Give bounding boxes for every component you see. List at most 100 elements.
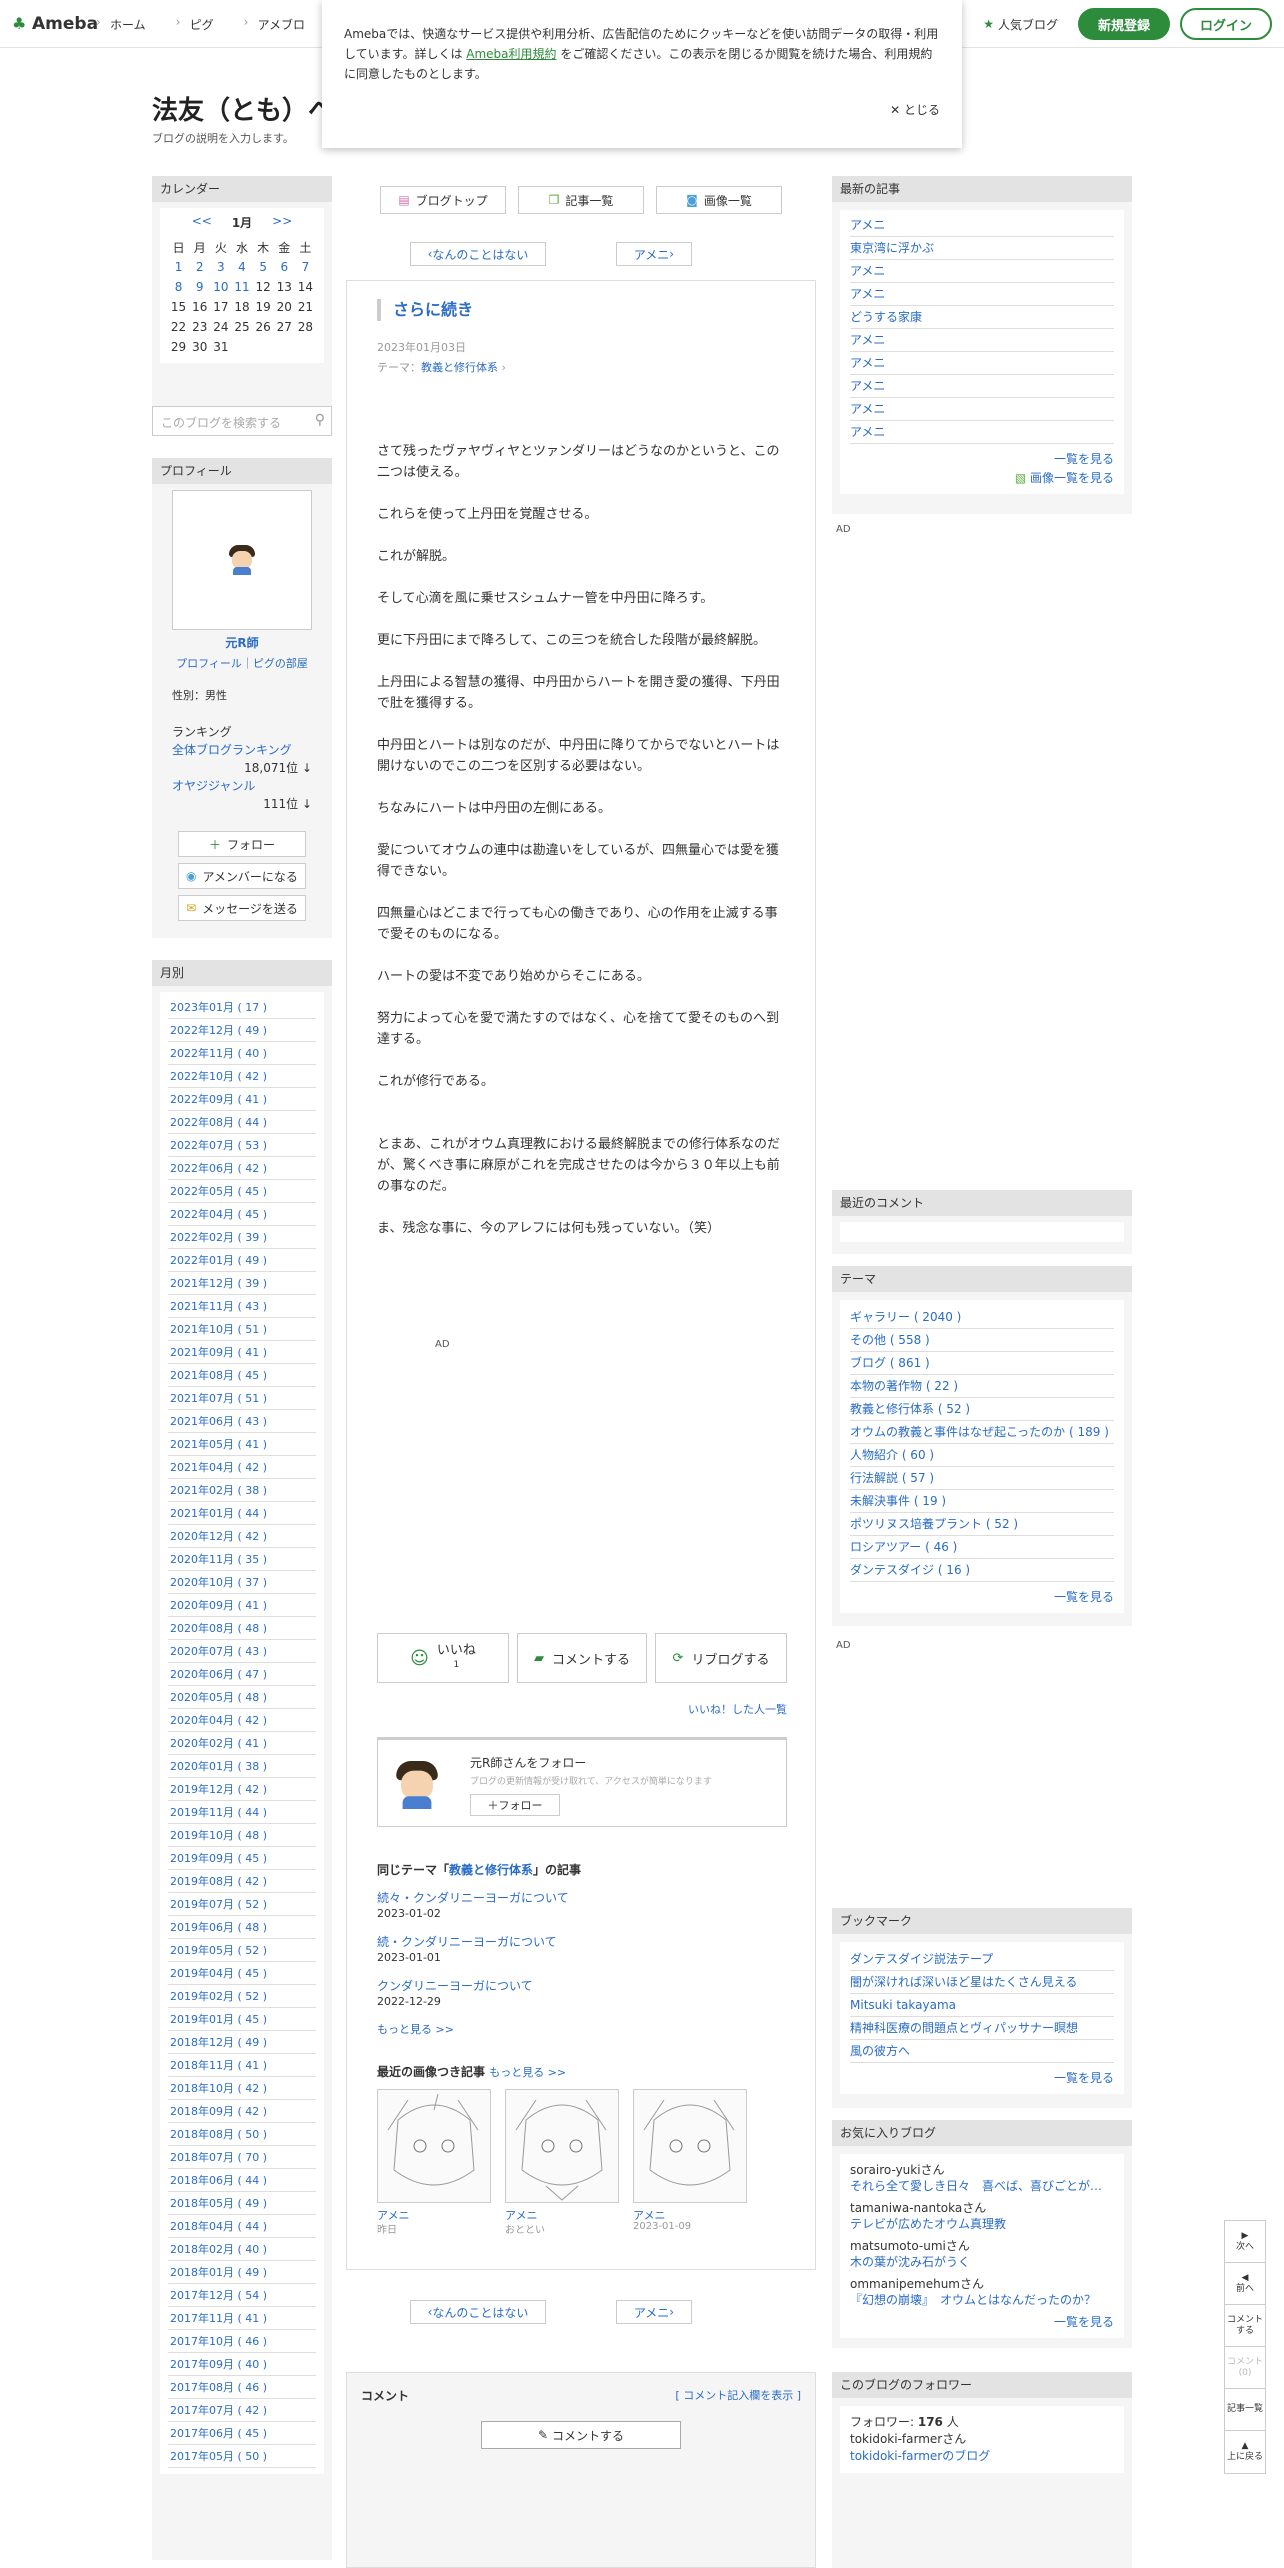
monthly-archive-item[interactable]: 2021年04月 ( 42 ) [168, 1456, 316, 1479]
comment-button[interactable]: ✎ コメントする [481, 2421, 681, 2449]
next-entry-link-bottom[interactable]: アメニ › [616, 2300, 692, 2324]
theme-link[interactable]: ブログ ( 861 ) [850, 1352, 1114, 1375]
register-button[interactable]: 新規登録 [1078, 8, 1170, 40]
ameba-logo[interactable]: ♣ Ameba [12, 13, 98, 35]
terms-link[interactable]: Ameba利用規約 [466, 47, 556, 61]
nav-pigg[interactable]: ピグ [176, 15, 214, 33]
monthly-archive-item[interactable]: 2022年10月 ( 42 ) [168, 1065, 316, 1088]
monthly-archive-item[interactable]: 2019年12月 ( 42 ) [168, 1778, 316, 1801]
bookmark-link[interactable]: Mitsuki takayama [850, 1994, 1114, 2017]
monthly-archive-item[interactable]: 2018年04月 ( 44 ) [168, 2215, 316, 2238]
prev-entry-link-bottom[interactable]: ‹ なんのことはない [410, 2300, 546, 2324]
liked-list-link[interactable]: いいね！した人一覧 [688, 1701, 787, 1717]
article-title[interactable]: さらに続き [377, 299, 473, 321]
monthly-archive-item[interactable]: 2020年08月 ( 48 ) [168, 1617, 316, 1640]
monthly-archive-item[interactable]: 2018年07月 ( 70 ) [168, 2146, 316, 2169]
calendar-day[interactable]: 8 [168, 277, 189, 297]
prev-button[interactable]: ◀ 前へ [1225, 2263, 1265, 2305]
amember-button[interactable]: ◉ アメンバーになる [178, 863, 306, 889]
calendar-day[interactable]: 5 [253, 257, 274, 277]
monthly-archive-item[interactable]: 2019年01月 ( 45 ) [168, 2008, 316, 2031]
bookmark-link[interactable]: 風の彼方へ [850, 2040, 1114, 2063]
theme-link[interactable]: 人物紹介 ( 60 ) [850, 1444, 1114, 1467]
blog-search-input[interactable]: このブログを検索する ⚲ [152, 406, 332, 436]
monthly-archive-item[interactable]: 2018年05月 ( 49 ) [168, 2192, 316, 2215]
monthly-archive-item[interactable]: 2017年08月 ( 46 ) [168, 2376, 316, 2399]
monthly-archive-item[interactable]: 2019年04月 ( 45 ) [168, 1962, 316, 1985]
monthly-archive-item[interactable]: 2022年07月 ( 53 ) [168, 1134, 316, 1157]
monthly-archive-item[interactable]: 2022年05月 ( 45 ) [168, 1180, 316, 1203]
monthly-archive-item[interactable]: 2018年11月 ( 41 ) [168, 2054, 316, 2077]
show-comment-form-link[interactable]: [ コメント記入欄を表示 ] [675, 2387, 801, 2403]
monthly-archive-item[interactable]: 2022年08月 ( 44 ) [168, 1111, 316, 1134]
bookmark-link[interactable]: 精神科医療の問題点とヴィパッサナー瞑想 [850, 2017, 1114, 2040]
reblog-button[interactable]: ⟳ リブログする [655, 1633, 787, 1683]
recent-images-more-link[interactable]: もっと見る >> [489, 2066, 566, 2079]
latest-entry-link[interactable]: アメニ [850, 421, 1114, 444]
profile-name[interactable]: 元R師 [152, 634, 332, 651]
nav-home[interactable]: ホーム [96, 15, 146, 33]
theme-link[interactable]: オウムの教義と事件はなぜ起こったのか ( 189 ) [850, 1421, 1114, 1444]
monthly-archive-item[interactable]: 2021年02月 ( 38 ) [168, 1479, 316, 1502]
calendar-day[interactable]: 11 [231, 277, 252, 297]
monthly-archive-item[interactable]: 2017年12月 ( 54 ) [168, 2284, 316, 2307]
calendar-day[interactable]: 10 [210, 277, 231, 297]
calendar-day[interactable]: 1 [168, 257, 189, 277]
theme-link[interactable]: ギャラリー ( 2040 ) [850, 1306, 1114, 1329]
calendar-day[interactable]: 3 [210, 257, 231, 277]
monthly-archive-item[interactable]: 2021年01月 ( 44 ) [168, 1502, 316, 1525]
monthly-archive-item[interactable]: 2022年04月 ( 45 ) [168, 1203, 316, 1226]
monthly-archive-item[interactable]: 2017年06月 ( 45 ) [168, 2422, 316, 2445]
calendar-day[interactable]: 7 [295, 257, 316, 277]
theme-link[interactable]: 行法解説 ( 57 ) [850, 1467, 1114, 1490]
monthly-archive-item[interactable]: 2020年09月 ( 41 ) [168, 1594, 316, 1617]
monthly-archive-item[interactable]: 2023年01月 ( 17 ) [168, 996, 316, 1019]
theme-link[interactable]: 教義と修行体系 ( 52 ) [850, 1398, 1114, 1421]
genre-ranking-link[interactable]: オヤジジャンル [172, 779, 255, 793]
back-to-top-button[interactable]: ▲ 上に戻る [1225, 2431, 1265, 2473]
calendar-day[interactable]: 6 [274, 257, 295, 277]
monthly-archive-item[interactable]: 2019年06月 ( 48 ) [168, 1916, 316, 1939]
monthly-archive-item[interactable]: 2021年09月 ( 41 ) [168, 1341, 316, 1364]
monthly-archive-item[interactable]: 2020年05月 ( 48 ) [168, 1686, 316, 1709]
calendar-day[interactable]: 9 [189, 277, 210, 297]
cookie-close-button[interactable]: ✕ とじる [890, 100, 940, 120]
monthly-archive-item[interactable]: 2020年04月 ( 42 ) [168, 1709, 316, 1732]
latest-entry-link[interactable]: アメニ [850, 375, 1114, 398]
calendar-next[interactable]: >> [272, 214, 292, 231]
bookmarks-more-link[interactable]: 一覧を見る [850, 2069, 1114, 2086]
monthly-archive-item[interactable]: 2018年12月 ( 49 ) [168, 2031, 316, 2054]
monthly-archive-item[interactable]: 2019年10月 ( 48 ) [168, 1824, 316, 1847]
favorite-blog-link[interactable]: それら全て愛しき日々 喜べば、喜びごとが… [850, 2178, 1114, 2194]
latest-entry-link[interactable]: アメニ [850, 283, 1114, 306]
theme-link[interactable]: 教義と修行体系 [421, 361, 498, 374]
theme-link[interactable]: ロシアツアー ( 46 ) [850, 1536, 1114, 1559]
monthly-archive-item[interactable]: 2020年12月 ( 42 ) [168, 1525, 316, 1548]
profile-follow-button[interactable]: ＋ フォロー [178, 831, 306, 857]
monthly-archive-item[interactable]: 2018年09月 ( 42 ) [168, 2100, 316, 2123]
monthly-archive-item[interactable]: 2020年06月 ( 47 ) [168, 1663, 316, 1686]
monthly-archive-item[interactable]: 2019年09月 ( 45 ) [168, 1847, 316, 1870]
entries-button[interactable]: ❐ 記事一覧 [518, 186, 644, 214]
next-button[interactable]: ▶ 次へ [1225, 2221, 1265, 2263]
related-entry-link[interactable]: クンダリニーヨーガについて [377, 1977, 533, 1994]
monthly-archive-item[interactable]: 2022年06月 ( 42 ) [168, 1157, 316, 1180]
next-entry-link[interactable]: アメニ › [616, 242, 692, 266]
monthly-archive-item[interactable]: 2018年08月 ( 50 ) [168, 2123, 316, 2146]
follow-button[interactable]: ＋フォロー [470, 1794, 560, 1816]
avatar[interactable] [172, 490, 312, 630]
latest-entry-link[interactable]: どうする家康 [850, 306, 1114, 329]
search-icon[interactable]: ⚲ [315, 412, 325, 428]
calendar-day[interactable]: 4 [231, 257, 252, 277]
monthly-archive-item[interactable]: 2021年11月 ( 43 ) [168, 1295, 316, 1318]
monthly-archive-item[interactable]: 2017年07月 ( 42 ) [168, 2399, 316, 2422]
monthly-archive-item[interactable]: 2021年10月 ( 51 ) [168, 1318, 316, 1341]
monthly-archive-item[interactable]: 2021年06月 ( 43 ) [168, 1410, 316, 1433]
monthly-archive-item[interactable]: 2022年12月 ( 49 ) [168, 1019, 316, 1042]
monthly-archive-item[interactable]: 2020年11月 ( 35 ) [168, 1548, 316, 1571]
monthly-archive-item[interactable]: 2019年08月 ( 42 ) [168, 1870, 316, 1893]
monthly-archive-item[interactable]: 2020年02月 ( 41 ) [168, 1732, 316, 1755]
image-thumbnail[interactable] [505, 2089, 619, 2203]
popular-blog-link[interactable]: ★ 人気ブログ [983, 16, 1058, 33]
message-button[interactable]: ✉ メッセージを送る [178, 895, 306, 921]
